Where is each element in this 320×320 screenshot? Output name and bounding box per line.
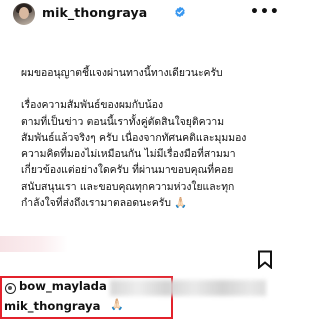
- caption-line: สัมพันธ์แล้วจริงๆ ครับ เนื่องจากทัศนคติแ…: [21, 131, 247, 144]
- caption-line: ผมขออนุญาตชี้แจงผ่านทางนี้ทางเดียวนะครับ: [21, 67, 223, 79]
- more-options-icon[interactable]: •••: [250, 2, 279, 22]
- post-header: mik_thongraya •••: [0, 0, 281, 32]
- threads-icon: [5, 283, 16, 294]
- comment-text: 🙏🏻: [110, 298, 124, 311]
- caption-line: ตามที่เป็นข่าว ตอนนี้เราทั้งคู่ตัดสินใจย…: [21, 115, 225, 128]
- blurred-comment-text: [110, 280, 266, 296]
- image-edge-fade: [0, 236, 68, 252]
- bookmark-icon[interactable]: [257, 250, 273, 269]
- caption-line: ความคิดที่มองไม่เหมือนกัน ไม่มีเรื่องมือ…: [21, 148, 236, 161]
- comment-username[interactable]: mik_thongraya: [4, 299, 100, 313]
- comment-username[interactable]: bow_maylada: [19, 279, 107, 293]
- post-username[interactable]: mik_thongraya: [42, 5, 147, 20]
- caption-line: เกี่ยวข้องแต่อย่างใดครับ ที่ผ่านมาขอบคุณ…: [21, 164, 234, 177]
- caption-line: เรื่องความสัมพันธ์ของผมกับน้อง: [21, 99, 164, 112]
- avatar[interactable]: [13, 3, 35, 25]
- avatar-face: [19, 7, 29, 19]
- caption-line: สนับสนุนเรา และขอบคุณทุกความห่วงใยและทุก: [21, 180, 235, 193]
- caption-line: กำลังใจที่ส่งถึงเรามาตลอดนะครับ 🙏🏻: [21, 197, 188, 210]
- post-caption: ผมขออนุญาตชี้แจงผ่านทางนี้ทางเดียวนะครับ…: [21, 65, 277, 211]
- verified-badge-icon: [175, 6, 185, 18]
- instagram-post: mik_thongraya ••• ผมขออนุญาตชี้แจงผ่านทา…: [0, 0, 281, 320]
